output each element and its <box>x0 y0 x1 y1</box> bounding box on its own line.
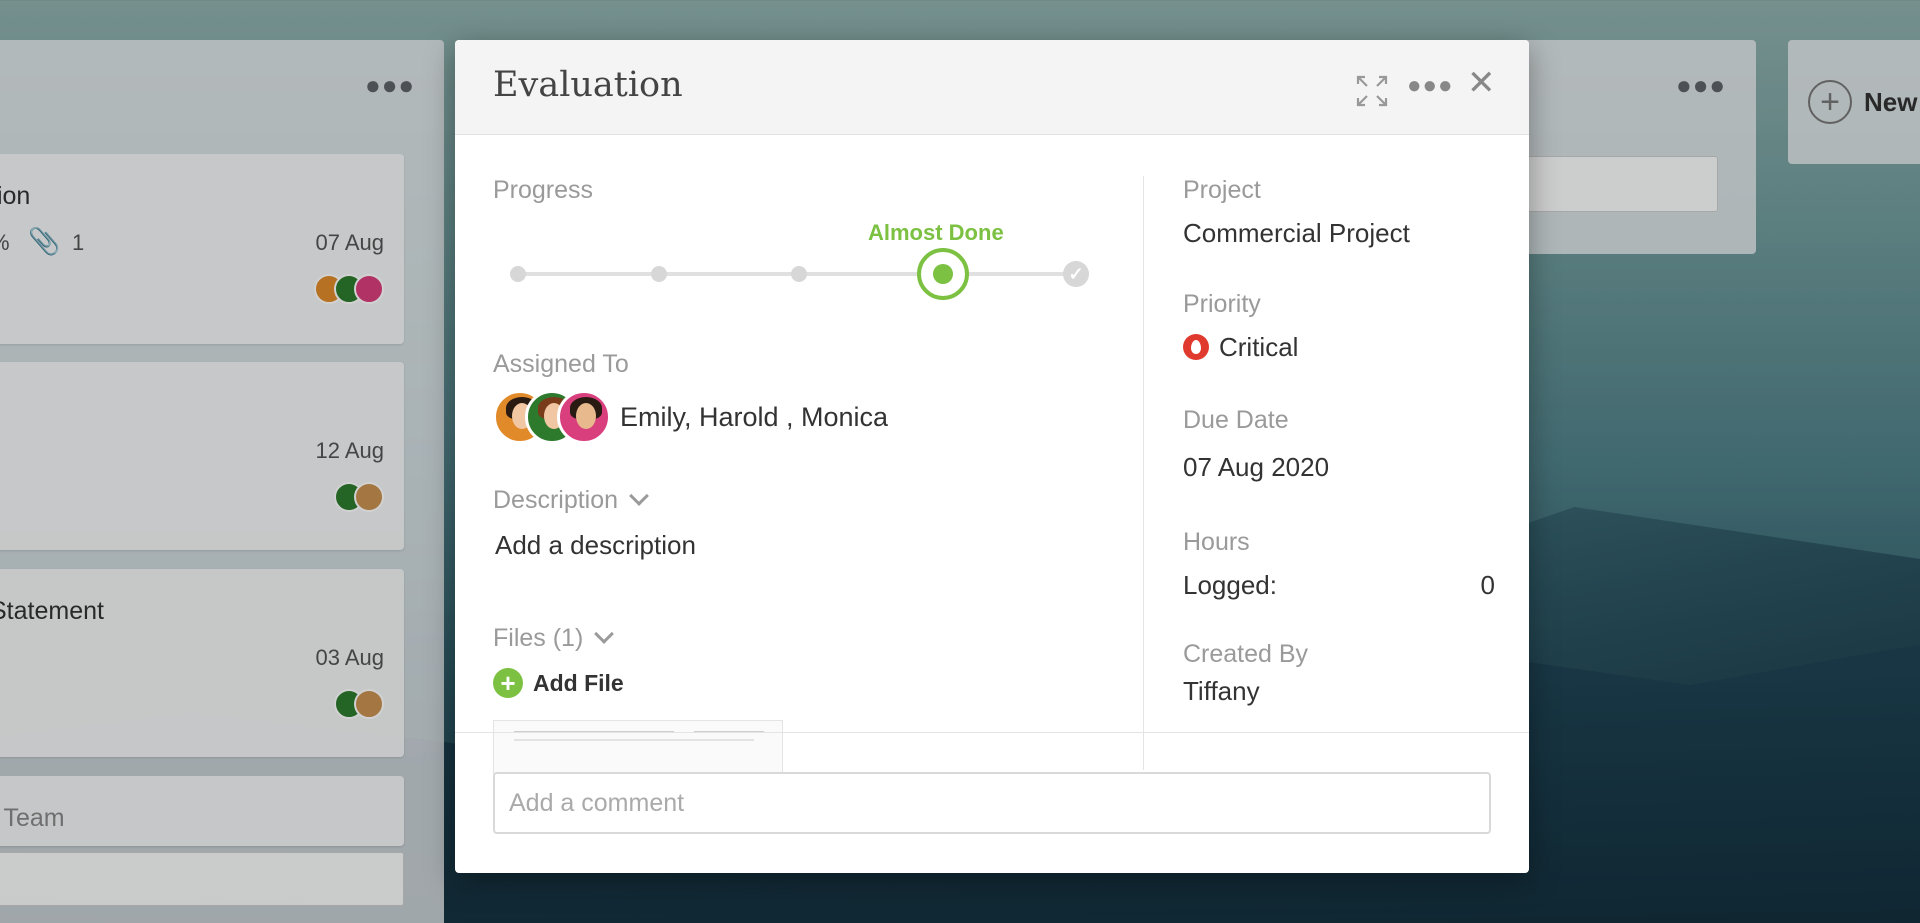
hours-label: Hours <box>1183 528 1250 556</box>
assignee-names: Emily, Harold , Monica <box>620 402 889 432</box>
assigned-label: Assigned To <box>493 350 629 378</box>
description-label: Description <box>493 486 619 514</box>
progress-step[interactable] <box>651 266 667 282</box>
progress-step-current[interactable] <box>917 248 969 300</box>
close-icon[interactable]: ✕ <box>1467 66 1496 100</box>
due-date-label: Due Date <box>1183 406 1289 434</box>
project-value[interactable]: Commercial Project <box>1183 218 1410 249</box>
logged-value[interactable]: 0 <box>1473 570 1495 601</box>
priority-value[interactable]: Critical <box>1219 332 1298 363</box>
progress-label: Progress <box>493 176 594 204</box>
chevron-down-icon <box>594 624 615 644</box>
created-by-value: Tiffany <box>1183 676 1260 706</box>
file-thumbnail[interactable] <box>493 720 783 774</box>
panel-divider <box>1143 176 1144 770</box>
priority-label: Priority <box>1183 290 1261 318</box>
description-toggle[interactable]: Description <box>493 486 649 515</box>
comment-input[interactable] <box>493 772 1491 834</box>
assignee-avatars[interactable] <box>493 390 611 444</box>
modal-header: Evaluation ●●● ✕ <box>455 40 1529 135</box>
progress-stage-label: Almost Done <box>868 220 1004 245</box>
description-text[interactable]: Add a description <box>495 530 696 561</box>
modal-title: Evaluation <box>493 65 683 105</box>
more-horizontal-icon[interactable]: ●●● <box>1407 72 1454 100</box>
avatar <box>557 390 611 444</box>
project-label: Project <box>1183 176 1261 204</box>
progress-step[interactable] <box>510 266 526 282</box>
files-label: Files (1) <box>493 624 584 652</box>
add-file-button[interactable]: + Add File <box>493 668 624 698</box>
chevron-down-icon <box>629 486 649 506</box>
progress-step[interactable] <box>791 266 807 282</box>
comment-divider <box>455 732 1529 733</box>
logged-label: Logged: <box>1183 570 1277 600</box>
files-toggle[interactable]: Files (1) <box>493 624 615 653</box>
due-date-value[interactable]: 07 Aug 2020 <box>1183 452 1329 483</box>
created-by-label: Created By <box>1183 640 1309 668</box>
expand-icon[interactable] <box>1355 74 1389 108</box>
fire-icon <box>1183 334 1209 360</box>
add-file-label: Add File <box>533 669 624 696</box>
plus-icon: + <box>493 668 523 698</box>
check-icon[interactable]: ✓ <box>1063 261 1089 287</box>
task-detail-modal: Evaluation ●●● ✕ Progress Almost Done ✓ … <box>455 40 1529 873</box>
